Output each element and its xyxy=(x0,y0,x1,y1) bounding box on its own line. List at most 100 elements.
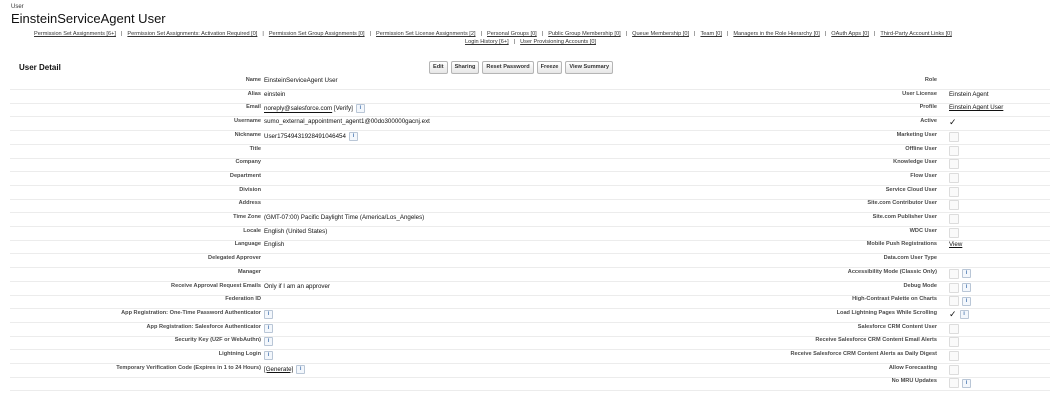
link-separator: | xyxy=(824,31,827,37)
info-icon[interactable]: i xyxy=(296,364,306,374)
field-label-offline-user: Offline User xyxy=(905,145,937,152)
related-link-personal-groups-0[interactable]: Personal Groups [0] xyxy=(487,31,537,37)
related-link-team-0[interactable]: Team [0] xyxy=(700,31,721,37)
related-link-permission-set-assignments-6[interactable]: Permission Set Assignments [6+] xyxy=(34,31,116,37)
field-link[interactable]: noreply@salesforce.com xyxy=(264,106,332,113)
detail-row: Department Flow User xyxy=(10,172,1050,186)
field-value-salesforce-crm-content-user xyxy=(949,323,959,334)
related-link-permission-set-license-assignments-2[interactable]: Permission Set License Assignments [2] xyxy=(376,31,476,37)
field-value-alias: einstein xyxy=(264,91,285,98)
field-value-security-key-u2f-or-webauthn: i xyxy=(264,337,273,347)
field-value-accessibility-mode-classic-only: i xyxy=(949,268,971,279)
checkbox-unchecked xyxy=(949,351,959,361)
field-value-marketing-user xyxy=(949,131,959,142)
field-value-no-mru-updates: i xyxy=(949,378,971,389)
info-icon[interactable]: i xyxy=(355,104,365,114)
sharing-button[interactable]: Sharing xyxy=(450,61,480,74)
info-icon[interactable]: i xyxy=(962,378,971,388)
detail-row: Nickname User17549431928491046454 i Marketi… xyxy=(10,131,1050,145)
detail-row: Manager Accessibility Mode (Classic Only)… xyxy=(10,268,1050,282)
field-label-accessibility-mode-classic-only: Accessibility Mode (Classic Only) xyxy=(847,268,937,275)
reset-password-button[interactable]: Reset Password xyxy=(482,61,534,74)
field-value-temporary-verification-code-expires-in-1-to-24-hours: [Generate] i xyxy=(264,364,306,374)
related-link-public-group-membership-0[interactable]: Public Group Membership [0] xyxy=(548,31,620,37)
field-link[interactable]: View xyxy=(949,241,962,248)
related-link-oauth-apps-0[interactable]: OAuth Apps [0] xyxy=(831,31,869,37)
field-value-site-com-publisher-user xyxy=(949,214,959,224)
field-value-site-com-contributor-user xyxy=(949,200,959,211)
field-value-debug-mode: i xyxy=(949,282,971,293)
info-icon[interactable]: i xyxy=(264,351,273,360)
checkbox-unchecked xyxy=(949,172,959,183)
field-value-knowledge-user xyxy=(949,159,959,170)
info-icon[interactable]: i xyxy=(962,269,971,279)
field-label-federation-id: Federation ID xyxy=(225,296,261,303)
field-label-profile: Profile xyxy=(919,104,937,111)
field-link[interactable]: [Generate] xyxy=(264,366,293,373)
field-value-lightning-login: i xyxy=(264,351,273,360)
info-icon[interactable]: i xyxy=(962,296,971,306)
edit-button[interactable]: Edit xyxy=(429,61,448,74)
field-value-receive-salesforce-crm-content-alerts-as-daily-digest xyxy=(949,351,959,361)
related-link-user-provisioning-accounts-0[interactable]: User Provisioning Accounts [0] xyxy=(520,39,596,45)
field-value-email: noreply@salesforce.com [Verify] i xyxy=(264,104,365,114)
field-label-lightning-login: Lightning Login xyxy=(218,351,261,357)
field-text: Only if I am an approver xyxy=(264,282,331,290)
related-link-login-history-6[interactable]: Login History [6+] xyxy=(465,39,509,45)
field-value-app-registration-salesforce-authenticator: i xyxy=(264,323,273,333)
field-label-site-com-contributor-user: Site.com Contributor User xyxy=(867,200,937,207)
info-icon[interactable]: i xyxy=(348,131,358,141)
field-label-app-registration-salesforce-authenticator: App Registration: Salesforce Authenticat… xyxy=(146,323,261,330)
link-separator: | xyxy=(873,31,876,37)
field-label-role: Role xyxy=(924,77,937,83)
field-value-locale: English (United States) xyxy=(264,228,327,235)
freeze-button[interactable]: Freeze xyxy=(536,61,563,74)
checkbox-unchecked xyxy=(949,323,959,334)
info-icon[interactable]: i xyxy=(962,283,971,292)
detail-row: Lightning Login i Receive Salesforce CRM C… xyxy=(10,350,1050,364)
checkbox-unchecked xyxy=(949,268,959,279)
related-link-permission-set-group-assignments-0[interactable]: Permission Set Group Assignments [0] xyxy=(269,31,365,37)
field-value-high-contrast-palette-on-charts: i xyxy=(949,296,971,307)
field-label-knowledge-user: Knowledge User xyxy=(893,159,937,166)
field-label-email: Email xyxy=(246,104,261,111)
link-separator: | xyxy=(513,39,516,45)
field-value-service-cloud-user xyxy=(949,186,959,197)
field-label-temporary-verification-code-expires-in-1-to-24-hours: Temporary Verification Code (Expires in … xyxy=(116,364,261,371)
field-label-address: Address xyxy=(238,200,261,207)
related-link-permission-set-assignments-activation-required-0[interactable]: Permission Set Assignments: Activation R… xyxy=(127,31,257,37)
field-label-nickname: Nickname xyxy=(234,131,261,138)
field-value-profile: Einstein Agent User xyxy=(949,104,1003,111)
detail-row: Address Site.com Contributor User xyxy=(10,199,1050,214)
field-label-service-cloud-user: Service Cloud User xyxy=(885,186,937,193)
link-separator: | xyxy=(262,31,264,37)
verify-link[interactable]: [Verify] xyxy=(332,106,353,113)
field-value-mobile-push-registrations: View xyxy=(949,241,962,248)
field-value-active: ✓ xyxy=(949,118,957,127)
detail-row: App Registration: One-Time Password Auth… xyxy=(10,309,1050,323)
checkbox-unchecked xyxy=(949,200,959,211)
field-label-language: Language xyxy=(234,241,261,248)
related-link-queue-membership-0[interactable]: Queue Membership [0] xyxy=(632,31,689,37)
info-icon[interactable]: i xyxy=(264,323,273,333)
field-label-site-com-publisher-user: Site.com Publisher User xyxy=(872,214,937,220)
field-link[interactable]: Einstein Agent User xyxy=(949,104,1003,111)
checkbox-unchecked xyxy=(949,282,959,293)
related-link-third-party-account-links-0[interactable]: Third-Party Account Links [0] xyxy=(880,31,952,37)
detail-row: Division Service Cloud User xyxy=(10,186,1050,200)
link-separator: | xyxy=(541,31,544,37)
field-label-delegated-approver: Delegated Approver xyxy=(208,255,261,262)
info-icon[interactable]: i xyxy=(264,309,273,319)
checkbox-unchecked xyxy=(949,364,959,375)
field-label-department: Department xyxy=(229,172,261,179)
view-summary-button[interactable]: View Summary xyxy=(565,61,614,74)
field-value-receive-approval-request-emails: Only if I am an approver xyxy=(264,283,330,290)
field-label-mobile-push-registrations: Mobile Push Registrations xyxy=(866,241,937,248)
info-icon[interactable]: i xyxy=(264,337,273,347)
field-value-receive-salesforce-crm-content-email-alerts xyxy=(949,337,959,348)
related-link-managers-in-the-role-hierarchy-0[interactable]: Managers in the Role Hierarchy [0] xyxy=(733,31,819,37)
checkmark-icon: ✓ xyxy=(949,308,957,319)
field-label-marketing-user: Marketing User xyxy=(896,131,937,138)
detail-row: Temporary Verification Code (Expires in … xyxy=(10,364,1050,378)
info-icon[interactable]: i xyxy=(959,309,969,319)
